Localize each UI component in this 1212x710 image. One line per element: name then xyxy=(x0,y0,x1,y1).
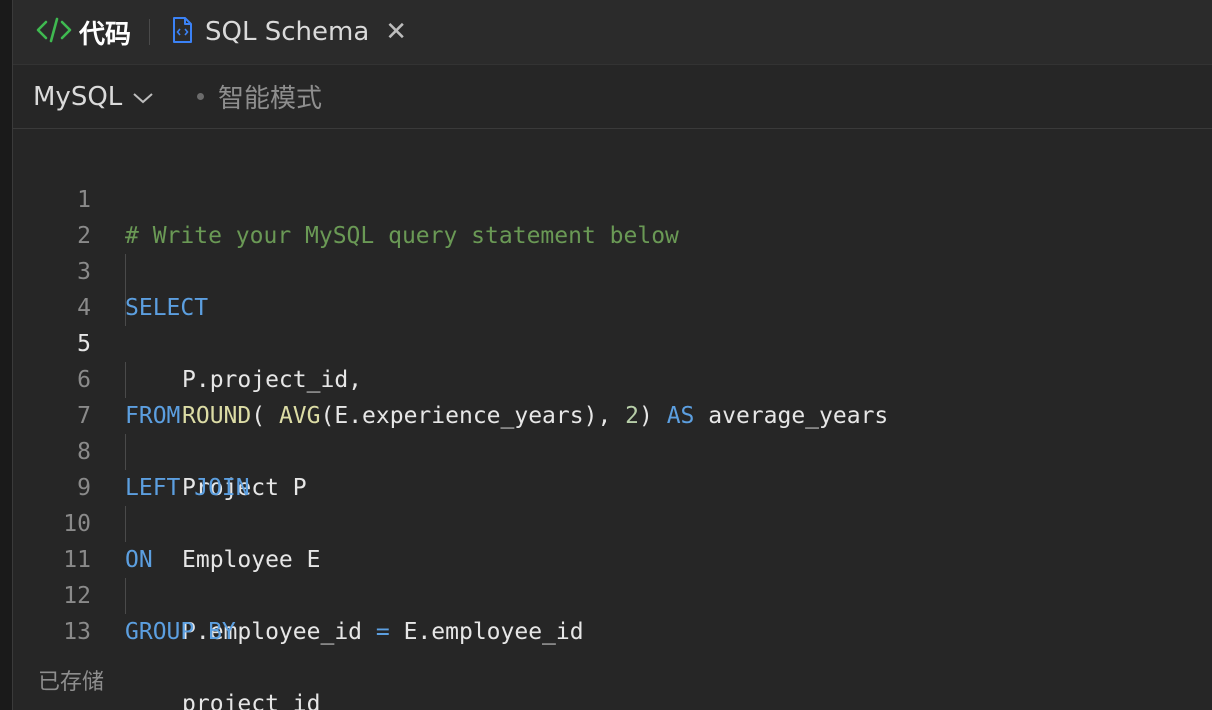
indent-guide xyxy=(125,434,126,470)
code-text: E.employee_id xyxy=(389,619,584,645)
code-line: 2 xyxy=(13,182,1212,249)
tab-bar: 代码 SQL Schema ✕ xyxy=(13,0,1212,65)
line-number: 13 xyxy=(63,619,91,645)
tab-code-label: 代码 xyxy=(79,19,132,50)
editor-toolbar: MySQL 智能模式 xyxy=(13,65,1212,129)
code-line: 6 FROM xyxy=(13,326,1212,429)
code-line: 3 SELECT xyxy=(13,218,1212,321)
indent-guide xyxy=(125,506,126,542)
code-line: 10 ON xyxy=(13,470,1212,573)
code-line: 9 Employee E xyxy=(13,434,1212,573)
chevron-down-icon xyxy=(132,82,154,112)
indent-guide xyxy=(125,254,126,290)
code-icon xyxy=(35,15,73,49)
close-icon[interactable]: ✕ xyxy=(385,19,407,45)
indent-guide xyxy=(125,362,126,398)
tab-sql-schema[interactable]: SQL Schema ✕ xyxy=(171,0,407,64)
code-operator: = xyxy=(375,619,390,645)
indent-guide xyxy=(125,290,126,326)
tab-sql-schema-label: SQL Schema xyxy=(205,17,370,47)
smart-mode-toggle[interactable]: 智能模式 xyxy=(197,65,322,128)
code-keyword: GROUP BY xyxy=(125,619,236,645)
file-code-icon xyxy=(171,16,193,48)
code-editor-window: 代码 SQL Schema ✕ MySQL 智能模式 1 # Write you… xyxy=(12,0,1212,710)
code-line-active: 5 ROUND( AVG(E.experience_years), 2) AS … xyxy=(13,290,1212,429)
code-editor[interactable]: 1 # Write your MySQL query statement bel… xyxy=(13,146,1212,710)
tab-divider xyxy=(149,19,150,45)
indent-guide xyxy=(125,578,126,614)
language-select[interactable]: MySQL xyxy=(33,65,154,128)
code-line: 11 P.employee_id = E.employee_id xyxy=(13,506,1212,645)
tab-code[interactable]: 代码 xyxy=(35,0,131,64)
code-line: 7 Project P xyxy=(13,362,1212,501)
code-text: project_id xyxy=(182,691,321,710)
save-status: 已存储 xyxy=(38,670,105,695)
code-line: 4 P.project_id, xyxy=(13,254,1212,393)
smart-mode-label: 智能模式 xyxy=(218,84,323,114)
code-line: 8 LEFT JOIN xyxy=(13,398,1212,501)
language-select-value: MySQL xyxy=(33,81,123,112)
status-dot-icon xyxy=(197,93,204,100)
code-line: 1 # Write your MySQL query statement bel… xyxy=(13,146,1212,249)
code-expression: P.employee_id = E.employee_id xyxy=(182,614,584,650)
code-line: 13 project_id xyxy=(13,578,1212,710)
code-line: 12 GROUP BY xyxy=(13,542,1212,645)
